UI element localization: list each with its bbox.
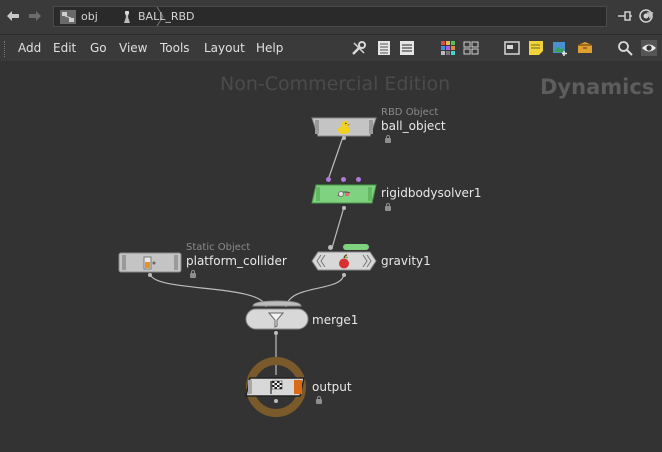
output-connector[interactable]	[342, 136, 346, 140]
network-box-icon[interactable]	[504, 40, 520, 56]
shape-palette-icon[interactable]	[463, 40, 479, 56]
node-name-label[interactable]: rigidbodysolver1	[381, 186, 482, 200]
output-connector[interactable]	[274, 331, 278, 335]
breadcrumb-item-obj[interactable]: obj	[81, 9, 98, 25]
color-palette-icon[interactable]	[440, 40, 456, 56]
node-name-label[interactable]: ball_object	[381, 119, 446, 133]
menu-edit[interactable]: Edit	[53, 40, 76, 56]
sticky-note-icon[interactable]	[528, 40, 544, 56]
node-name-label[interactable]: platform_collider	[186, 254, 287, 268]
lock-icon[interactable]	[385, 135, 391, 143]
node-type-label: RBD Object	[381, 107, 439, 118]
menu-bar: Add Edit Go View Tools Layout Help	[0, 34, 662, 62]
wire-solver-to-gravity	[331, 206, 345, 249]
output-connector[interactable]	[148, 273, 152, 277]
background-image-icon[interactable]	[552, 40, 568, 56]
parameter-list-icon[interactable]	[399, 40, 415, 56]
output-connector[interactable]	[342, 273, 346, 277]
menu-view[interactable]: View	[119, 40, 147, 56]
wire-ball-to-solver	[327, 133, 345, 181]
geo-node-icon	[124, 11, 130, 23]
breadcrumb[interactable]: obj BALL_RBD ▼	[53, 6, 653, 27]
pin-icon[interactable]	[617, 8, 633, 24]
forward-button[interactable]	[26, 7, 44, 25]
checkered-flag-icon	[270, 380, 283, 394]
static-object-icon	[143, 256, 156, 270]
network-link-icon[interactable]	[638, 8, 654, 24]
arrow-left-icon	[7, 11, 19, 21]
list-view-icon[interactable]	[376, 40, 392, 56]
input-connector[interactable]	[356, 177, 361, 182]
input-connector[interactable]	[328, 245, 333, 250]
input-connector[interactable]	[326, 177, 331, 182]
output-connector[interactable]	[274, 399, 278, 403]
lock-icon[interactable]	[190, 270, 196, 278]
lock-icon[interactable]	[316, 396, 322, 404]
node-type-label: Static Object	[186, 242, 251, 253]
wrench-icon[interactable]	[351, 40, 367, 56]
funnel-icon	[268, 312, 284, 328]
gravity-apple-icon	[339, 254, 349, 269]
search-icon[interactable]	[617, 40, 633, 56]
rubber-duck-icon	[338, 120, 351, 134]
node-badge	[343, 244, 369, 250]
eye-icon[interactable]	[641, 40, 657, 56]
node-name-label[interactable]: merge1	[312, 313, 358, 327]
back-button[interactable]	[4, 7, 22, 25]
menu-go[interactable]: Go	[90, 40, 107, 56]
menu-layout[interactable]: Layout	[204, 40, 245, 56]
toolbar-grip[interactable]	[4, 41, 8, 57]
node-name-label[interactable]: output	[312, 380, 352, 394]
node-name-label[interactable]: gravity1	[381, 254, 431, 268]
obj-network-icon	[60, 10, 76, 24]
breadcrumb-item-ball-rbd[interactable]: BALL_RBD	[138, 9, 195, 25]
lock-icon[interactable]	[385, 203, 391, 211]
menu-help[interactable]: Help	[256, 40, 283, 56]
output-connector[interactable]	[342, 206, 346, 210]
rigid-body-solver-icon	[337, 191, 351, 197]
path-bar: obj BALL_RBD ▼	[0, 0, 662, 34]
input-connector[interactable]	[341, 177, 346, 182]
menu-add[interactable]: Add	[18, 40, 41, 56]
menu-tools[interactable]: Tools	[160, 40, 190, 56]
arrow-right-icon	[29, 11, 41, 21]
network-editor[interactable]: Non-Commercial Edition Dynamics RBD Obje…	[0, 61, 662, 452]
asset-box-icon[interactable]	[577, 40, 593, 56]
